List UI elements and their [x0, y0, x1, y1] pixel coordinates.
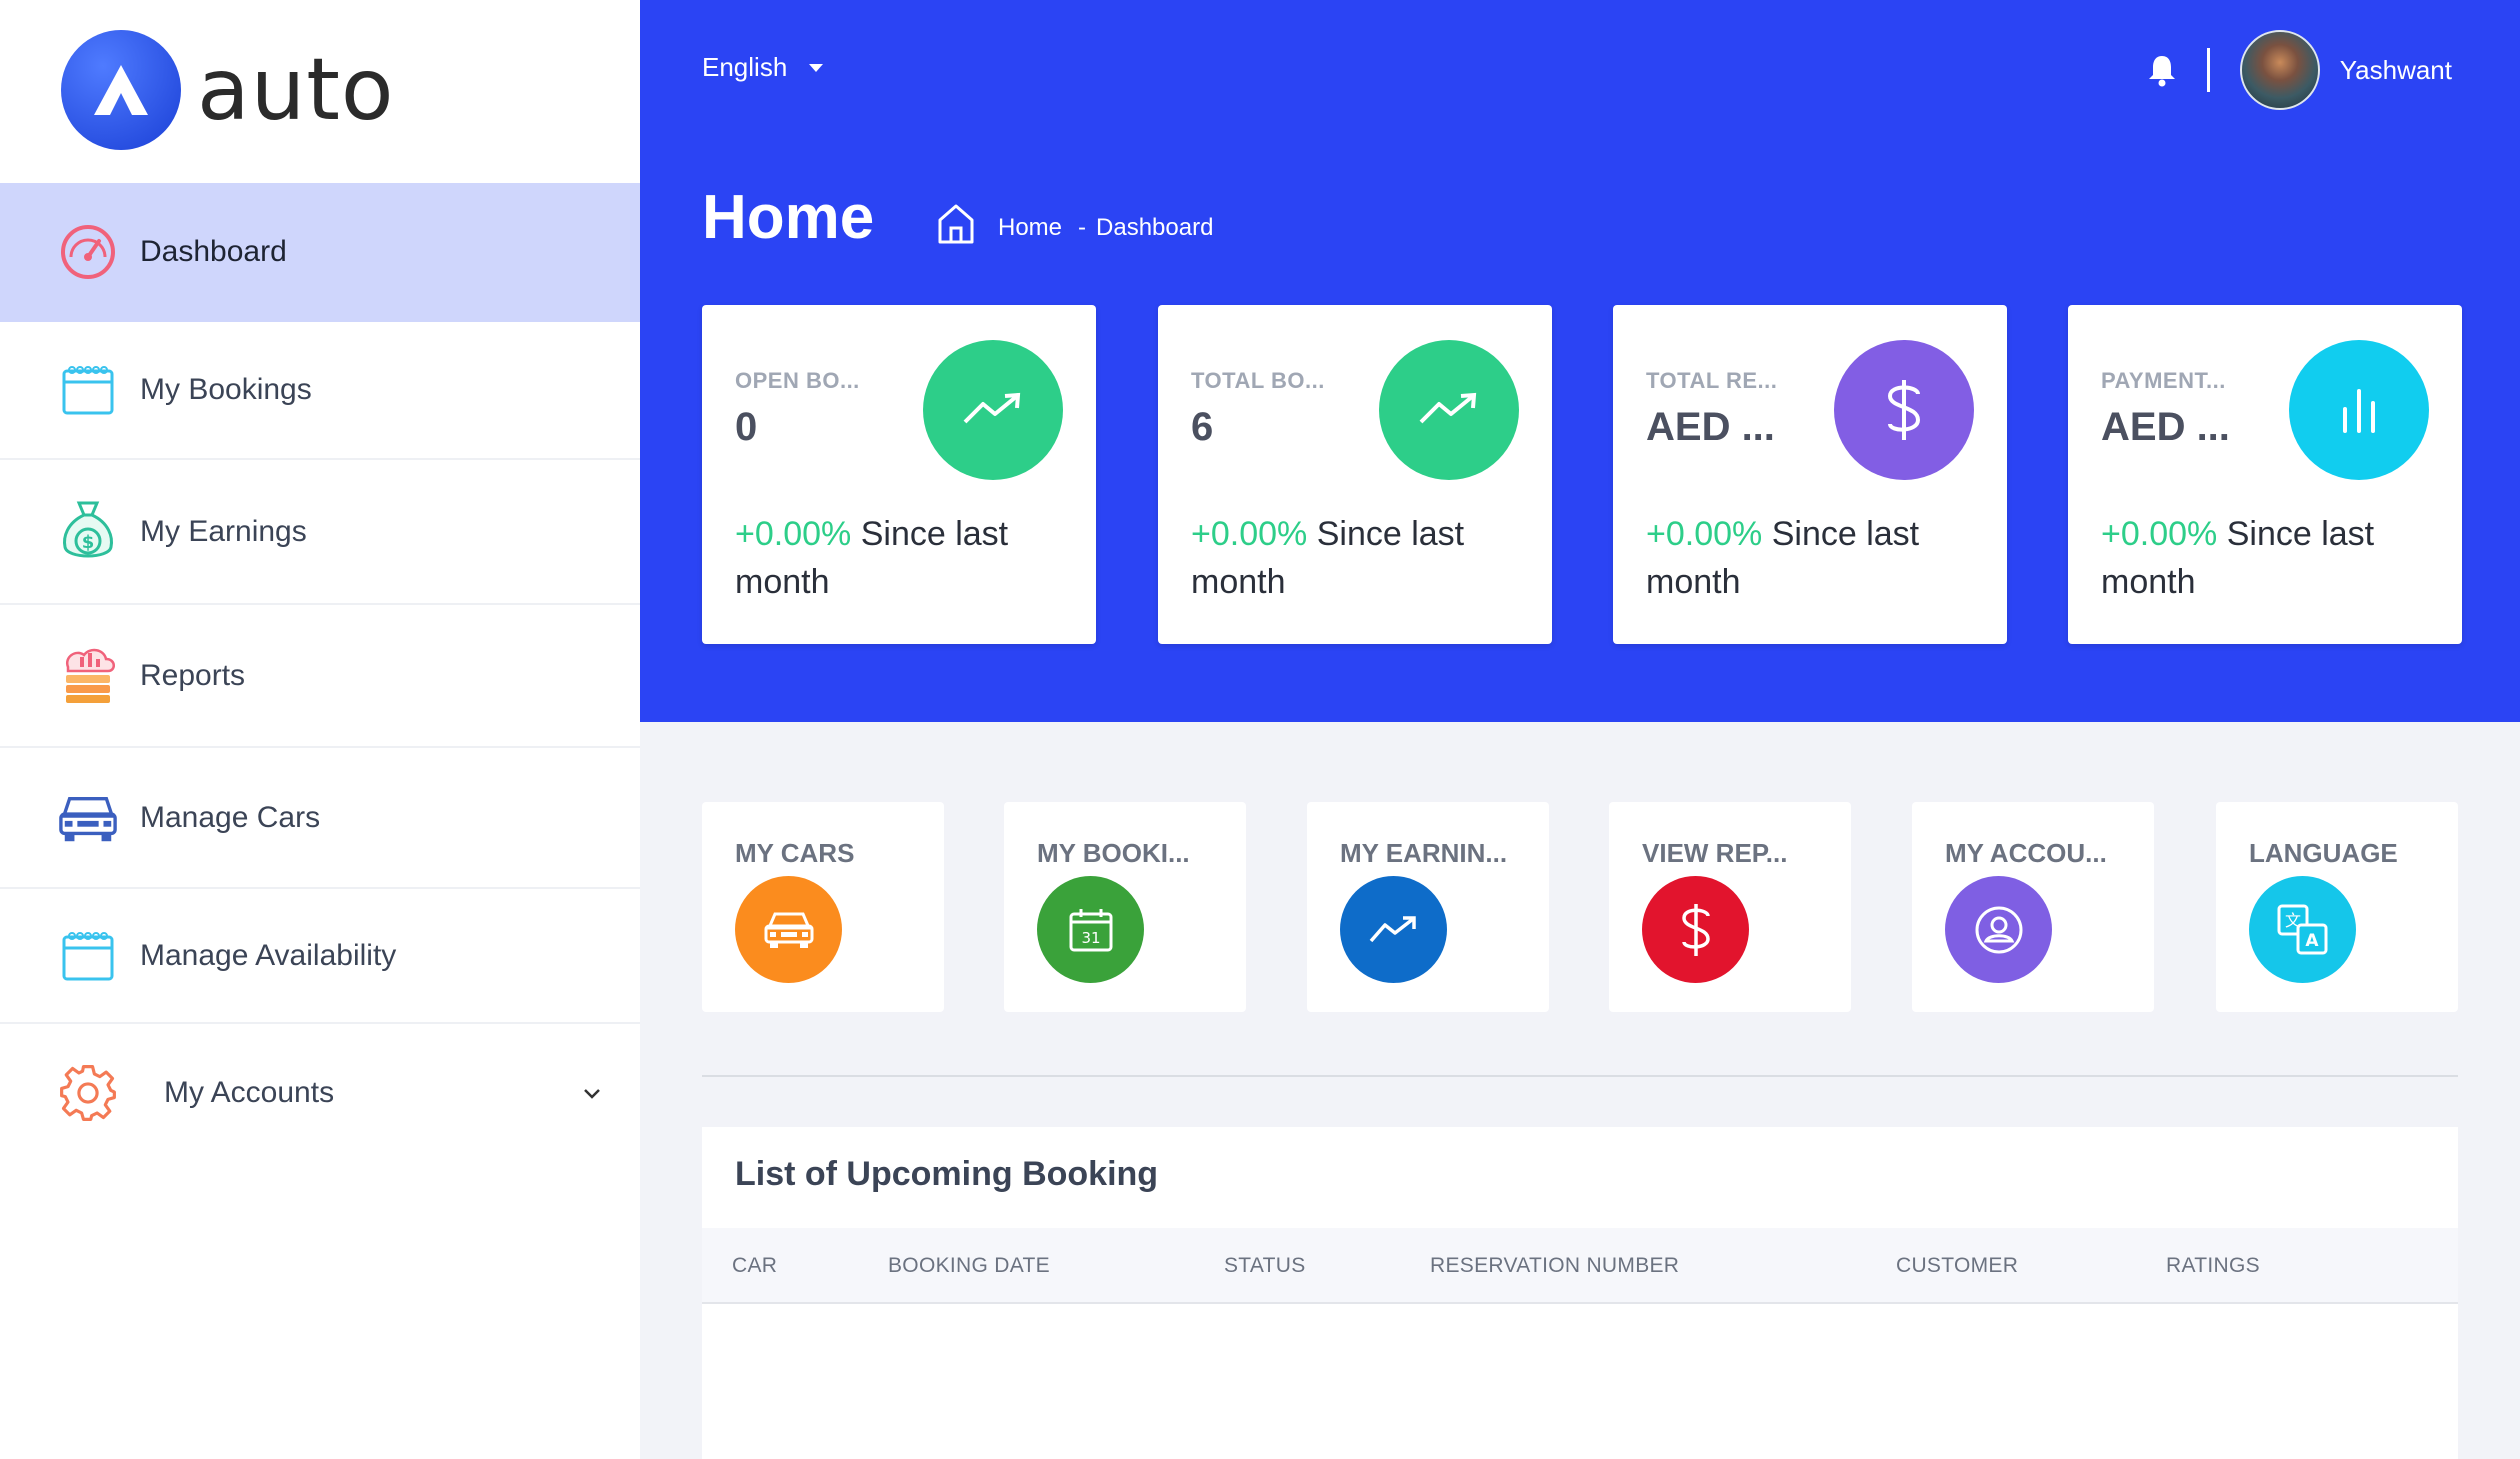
- column-header-car[interactable]: CAR: [732, 1254, 777, 1278]
- column-header-ratings[interactable]: RATINGS: [2166, 1254, 2260, 1278]
- stat-change: +0.00%: [2101, 515, 2218, 553]
- header-divider: [2206, 48, 2210, 92]
- stat-value: 6: [1191, 405, 1214, 449]
- stat-footer: +0.00% Since last month: [1646, 510, 1966, 606]
- tile-my-accounts[interactable]: MY ACCOU...: [1912, 802, 2154, 1012]
- column-header-status[interactable]: STATUS: [1224, 1254, 1306, 1278]
- brand-name: auto: [197, 40, 395, 140]
- stat-footer: +0.00% Since last month: [1191, 510, 1511, 606]
- tile-language[interactable]: LANGUAGE 文A: [2216, 802, 2458, 1012]
- stat-value: 0: [735, 405, 758, 449]
- car-icon: [735, 876, 842, 983]
- gear-icon: [58, 1063, 118, 1123]
- page-title: Home: [702, 183, 875, 252]
- sidebar-nav: Dashboard My Bookings $ My Earnings Repo…: [0, 183, 640, 1162]
- sidebar-item-label: Manage Cars: [140, 800, 321, 834]
- speedometer-icon: [58, 222, 118, 282]
- stat-value: AED ...: [1646, 405, 1775, 449]
- sidebar-item-my-accounts[interactable]: My Accounts: [0, 1024, 640, 1162]
- stat-value: AED ...: [2101, 405, 2230, 449]
- stat-label: TOTAL BO...: [1191, 368, 1325, 393]
- stat-footer: +0.00% Since last month: [735, 510, 1055, 606]
- table-title: List of Upcoming Booking: [735, 1155, 1159, 1193]
- tile-label: VIEW REP...: [1642, 838, 1788, 868]
- language-label: English: [702, 52, 788, 82]
- tile-my-bookings[interactable]: MY BOOKI... 31: [1004, 802, 1246, 1012]
- sidebar-item-manage-availability[interactable]: Manage Availability: [0, 889, 640, 1024]
- stat-change: +0.00%: [1191, 515, 1308, 553]
- sidebar-item-label: My Bookings: [140, 373, 312, 406]
- tile-my-earnings[interactable]: MY EARNIN...: [1307, 802, 1549, 1012]
- bar-chart-icon: [2289, 340, 2429, 480]
- breadcrumb-home-link[interactable]: Home: [998, 214, 1062, 242]
- upcoming-bookings-card: List of Upcoming Booking CAR BOOKING DAT…: [702, 1127, 2458, 1459]
- sidebar-item-reports[interactable]: Reports: [0, 605, 640, 748]
- logo-mark-icon: [61, 30, 181, 150]
- breadcrumb-separator: -: [1078, 213, 1087, 241]
- sidebar-item-dashboard[interactable]: Dashboard: [0, 183, 640, 322]
- language-selector[interactable]: English: [702, 52, 824, 83]
- car-icon: [58, 788, 118, 848]
- tile-label: MY CARS: [735, 838, 855, 868]
- dollar-icon: [1834, 340, 1974, 480]
- money-bag-icon: $: [58, 501, 118, 562]
- tile-label: MY EARNIN...: [1340, 838, 1508, 868]
- home-icon[interactable]: [936, 202, 976, 253]
- translate-icon: 文A: [2249, 876, 2356, 983]
- brand-logo[interactable]: auto: [61, 30, 395, 150]
- stat-change: +0.00%: [1646, 515, 1763, 553]
- dashboard-header: English Yashwant Home Home - Dashboard O…: [640, 0, 2520, 722]
- stat-change: +0.00%: [735, 515, 852, 553]
- bell-icon[interactable]: [2145, 53, 2179, 87]
- tile-label: MY BOOKI...: [1037, 838, 1190, 868]
- stat-card-total-revenue[interactable]: TOTAL RE... AED ... +0.00% Since last mo…: [1613, 305, 2007, 644]
- user-icon: [1945, 876, 2052, 983]
- trend-up-icon: [1340, 876, 1447, 983]
- breadcrumb: Home - Dashboard: [936, 202, 1213, 253]
- avatar[interactable]: [2239, 30, 2320, 110]
- stat-card-payments[interactable]: PAYMENT... AED ... +0.00% Since last mon…: [2068, 305, 2462, 644]
- sidebar-item-my-bookings[interactable]: My Bookings: [0, 322, 640, 460]
- stat-label: OPEN BO...: [735, 368, 860, 393]
- reports-icon: [58, 646, 118, 706]
- sidebar-item-label: My Earnings: [140, 514, 307, 548]
- caret-down-icon: [809, 63, 824, 72]
- svg-text:文: 文: [2284, 911, 2300, 930]
- dollar-icon: [1642, 876, 1749, 983]
- trend-up-icon: [1379, 340, 1519, 480]
- sidebar-item-label: Manage Availability: [140, 938, 397, 972]
- breadcrumb-current: Dashboard: [1096, 213, 1214, 241]
- svg-text:31: 31: [1081, 929, 1100, 947]
- tile-view-reports[interactable]: VIEW REP...: [1609, 802, 1851, 1012]
- calendar-icon: [58, 926, 118, 986]
- stat-label: TOTAL RE...: [1646, 368, 1778, 393]
- sidebar-item-label: My Accounts: [164, 1076, 335, 1109]
- column-header-reservation-number[interactable]: RESERVATION NUMBER: [1430, 1254, 1679, 1278]
- table-header: CAR BOOKING DATE STATUS RESERVATION NUMB…: [702, 1228, 2458, 1304]
- tile-my-cars[interactable]: MY CARS: [702, 802, 944, 1012]
- column-header-booking-date[interactable]: BOOKING DATE: [888, 1254, 1050, 1278]
- trend-up-icon: [923, 340, 1063, 480]
- tile-label: MY ACCOU...: [1945, 838, 2107, 868]
- calendar-icon: 31: [1037, 876, 1144, 983]
- section-divider: [702, 1075, 2458, 1077]
- sidebar: auto Dashboard My Bookings $ My Earnings…: [0, 0, 640, 1459]
- sidebar-item-label: Dashboard: [140, 234, 287, 268]
- sidebar-item-my-earnings[interactable]: $ My Earnings: [0, 460, 640, 605]
- stat-card-open-bookings[interactable]: OPEN BO... 0 +0.00% Since last month: [702, 305, 1096, 644]
- stat-label: PAYMENT...: [2101, 368, 2226, 393]
- stat-card-total-bookings[interactable]: TOTAL BO... 6 +0.00% Since last month: [1158, 305, 1552, 644]
- sidebar-item-manage-cars[interactable]: Manage Cars: [0, 748, 640, 889]
- calendar-icon: [58, 360, 118, 420]
- svg-text:A: A: [2305, 931, 2319, 951]
- username[interactable]: Yashwant: [2340, 55, 2452, 86]
- sidebar-item-label: Reports: [140, 658, 246, 692]
- user-area: Yashwant: [2145, 28, 2452, 112]
- svg-text:$: $: [82, 532, 95, 553]
- column-header-customer[interactable]: CUSTOMER: [1896, 1254, 2018, 1278]
- tile-label: LANGUAGE: [2249, 838, 2398, 868]
- stat-footer: +0.00% Since last month: [2101, 510, 2421, 606]
- chevron-down-icon[interactable]: [582, 1080, 602, 1106]
